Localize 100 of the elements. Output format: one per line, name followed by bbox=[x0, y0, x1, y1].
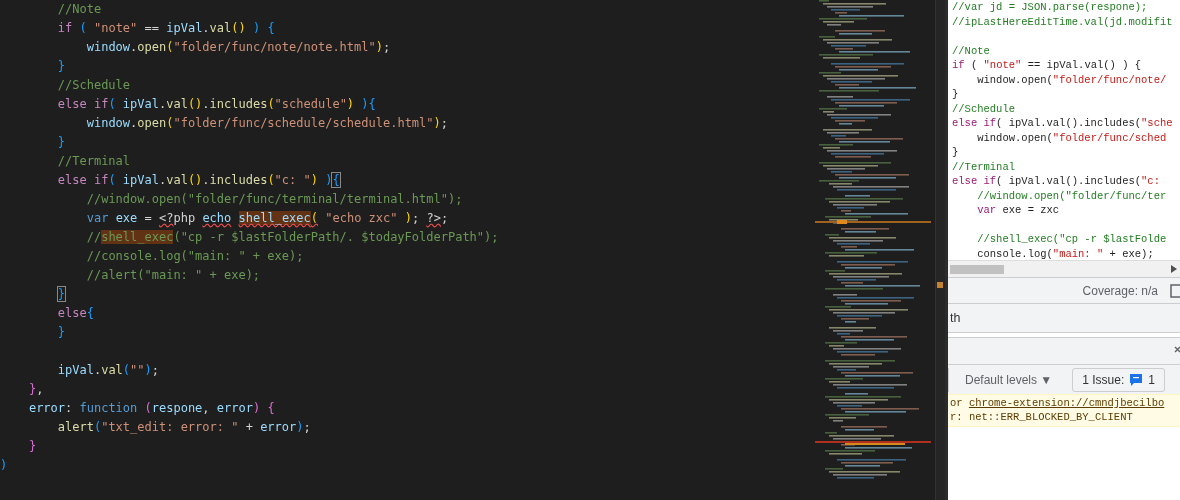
code-token: + exe); bbox=[1109, 247, 1154, 260]
scrollbar[interactable] bbox=[935, 0, 945, 500]
code-token: shell_exec bbox=[238, 211, 311, 225]
code-comment: //window.open("folder/func/ter bbox=[977, 189, 1167, 202]
code-string: "sche bbox=[1141, 117, 1173, 129]
code-token: val bbox=[166, 173, 188, 187]
code-token: == bbox=[144, 21, 159, 35]
code-string: "txt_edit: error: " bbox=[101, 420, 239, 434]
code-token: ) bbox=[375, 40, 383, 54]
code-token: } bbox=[952, 146, 959, 158]
code-string: "" bbox=[130, 363, 145, 377]
code-string: "main: " bbox=[1052, 247, 1104, 260]
code-token: ; bbox=[440, 211, 449, 225]
code-token: exe bbox=[115, 211, 138, 225]
url-link[interactable]: chrome-extension://cmndjbecilbo bbox=[968, 397, 1165, 409]
code-string: "note" bbox=[93, 21, 138, 35]
code-token: () bbox=[231, 21, 246, 35]
code-token: error bbox=[28, 401, 66, 415]
code-token: if bbox=[57, 21, 73, 35]
code-token: val bbox=[166, 97, 188, 111]
code-token: ; bbox=[440, 116, 448, 130]
document-icon[interactable] bbox=[1170, 283, 1180, 298]
code-token: ( bbox=[166, 116, 174, 130]
console-text: or bbox=[950, 397, 964, 409]
code-token: } bbox=[28, 439, 37, 453]
code-comment: //console.log("main: " + exe); bbox=[86, 249, 304, 263]
code-token: ) bbox=[252, 21, 261, 35]
code-token: else if bbox=[952, 175, 997, 187]
code-token: ) bbox=[346, 97, 355, 111]
code-token: ; bbox=[382, 40, 391, 54]
code-string: "folder/func/note/ bbox=[1052, 73, 1167, 86]
code-string: "c: bbox=[1141, 175, 1160, 187]
code-token: : bbox=[65, 401, 73, 415]
console-text: r: net::ERR_BLOCKED_BY_CLIENT bbox=[950, 410, 1133, 423]
code-token: ; bbox=[303, 420, 311, 434]
code-token: { bbox=[332, 173, 340, 187]
code-token: respone bbox=[151, 401, 203, 415]
code-token: alert bbox=[57, 420, 94, 434]
code-token: function bbox=[79, 401, 138, 415]
code-string: "folder/func/sched bbox=[1052, 131, 1167, 144]
code-token: else if bbox=[57, 97, 109, 111]
code-token: ( ipVal.val().includes( bbox=[996, 117, 1142, 129]
code-token: , bbox=[202, 401, 210, 415]
log-level-dropdown[interactable]: Default levels ▼ bbox=[965, 370, 1053, 389]
code-string: "c: " bbox=[274, 173, 311, 187]
code-token: ipVal bbox=[166, 21, 203, 35]
code-token: ?> bbox=[426, 211, 441, 225]
code-token: + bbox=[245, 420, 253, 434]
issues-button[interactable]: 1 Issue: 1 bbox=[1072, 367, 1165, 392]
code-token: . bbox=[130, 40, 138, 54]
code-token: ) bbox=[361, 97, 369, 111]
code-token: } bbox=[57, 325, 66, 339]
code-token: window.open( bbox=[977, 73, 1053, 86]
code-token: ) bbox=[296, 420, 304, 434]
code-token: echo bbox=[202, 211, 232, 225]
code-token: error bbox=[260, 420, 297, 434]
code-token: == ipVal.val() ) { bbox=[1027, 59, 1142, 71]
code-token: var bbox=[977, 204, 997, 216]
code-token: { bbox=[368, 97, 376, 111]
code-token: ( bbox=[144, 401, 152, 415]
code-token: ) bbox=[0, 458, 8, 472]
code-token: } bbox=[57, 59, 66, 73]
code-token: . bbox=[158, 97, 167, 111]
code-token: () bbox=[187, 97, 203, 111]
code-token: ( bbox=[108, 97, 116, 111]
horizontal-scrollbar[interactable] bbox=[948, 260, 1180, 277]
message-icon bbox=[1130, 373, 1143, 386]
code-token: ( bbox=[79, 21, 87, 35]
code-token: includes bbox=[209, 97, 268, 111]
code-token: , bbox=[36, 382, 44, 396]
code-token: ( ipVal.val().includes( bbox=[996, 175, 1142, 187]
code-token: ) bbox=[404, 211, 412, 225]
code-token: ) bbox=[433, 116, 441, 130]
code-token: ipVal bbox=[57, 363, 94, 377]
code-token: } bbox=[952, 88, 959, 100]
code-comment: // bbox=[86, 230, 102, 244]
code-comment: //Terminal bbox=[57, 154, 131, 168]
scroll-marker bbox=[937, 282, 943, 288]
code-token: console.log( bbox=[977, 247, 1053, 260]
code-token: ipVal bbox=[122, 173, 159, 187]
code-token: var bbox=[86, 211, 109, 225]
arrow-right-icon[interactable] bbox=[1171, 265, 1177, 273]
code-token: ; bbox=[151, 363, 159, 377]
code-token: if bbox=[952, 59, 965, 71]
code-token: ) bbox=[325, 173, 333, 187]
coverage-status: Coverage: n/a bbox=[1082, 282, 1158, 300]
scroll-thumb[interactable] bbox=[950, 264, 1004, 274]
code-token: } bbox=[57, 135, 66, 149]
code-token: ( bbox=[310, 211, 318, 225]
code-token: else if bbox=[952, 117, 997, 129]
code-token: ( bbox=[108, 173, 116, 187]
code-comment: //Schedule bbox=[57, 78, 131, 92]
code-token: val bbox=[209, 21, 232, 35]
code-string: "folder/func/note/note.html" bbox=[173, 40, 376, 54]
panel-tab[interactable]: th bbox=[950, 308, 961, 328]
issue-count: 1 bbox=[1148, 371, 1155, 389]
code-token: . bbox=[93, 363, 102, 377]
code-string: "note" bbox=[983, 59, 1022, 71]
code-token: . bbox=[202, 21, 210, 35]
code-comment: shell_exec bbox=[101, 230, 174, 244]
